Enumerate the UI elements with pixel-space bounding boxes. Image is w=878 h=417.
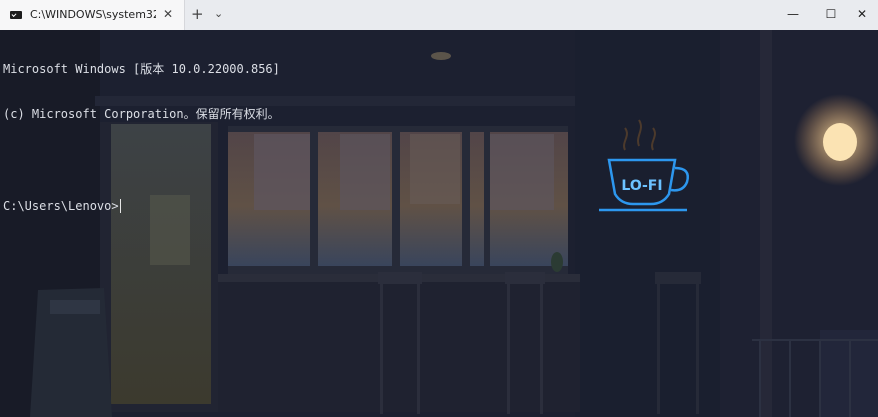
text-cursor — [119, 199, 121, 213]
tab-close-icon[interactable]: ✕ — [163, 7, 173, 21]
terminal-icon — [10, 11, 22, 19]
minimize-button[interactable]: — — [774, 0, 812, 30]
command-prompt-line[interactable]: C:\Users\Lenovo> — [3, 199, 280, 214]
close-button[interactable]: ✕ — [843, 0, 878, 30]
tab-title: C:\WINDOWS\system32\cmd. — [30, 8, 156, 21]
terminal-pane[interactable]: LO-FI Microsoft Windows [版本 10.0.22000.8… — [0, 30, 878, 417]
new-tab-button[interactable]: + — [191, 5, 204, 23]
console-line: (c) Microsoft Corporation。保留所有权利。 — [3, 107, 280, 121]
console-line: Microsoft Windows [版本 10.0.22000.856] — [3, 62, 280, 76]
command-prompt: C:\Users\Lenovo> — [3, 199, 119, 213]
chevron-down-icon[interactable]: ⌄ — [214, 7, 223, 20]
terminal-tab[interactable]: C:\WINDOWS\system32\cmd. ✕ — [0, 0, 185, 30]
terminal-window: C:\WINDOWS\system32\cmd. ✕ + ⌄ — ☐ ✕ — [0, 0, 878, 417]
title-bar[interactable]: C:\WINDOWS\system32\cmd. ✕ + ⌄ — ☐ ✕ — [0, 0, 878, 30]
console-output: Microsoft Windows [版本 10.0.22000.856] (c… — [3, 32, 280, 244]
neon-sign: LO-FI — [599, 119, 689, 212]
neon-sign-text: LO-FI — [621, 178, 662, 194]
